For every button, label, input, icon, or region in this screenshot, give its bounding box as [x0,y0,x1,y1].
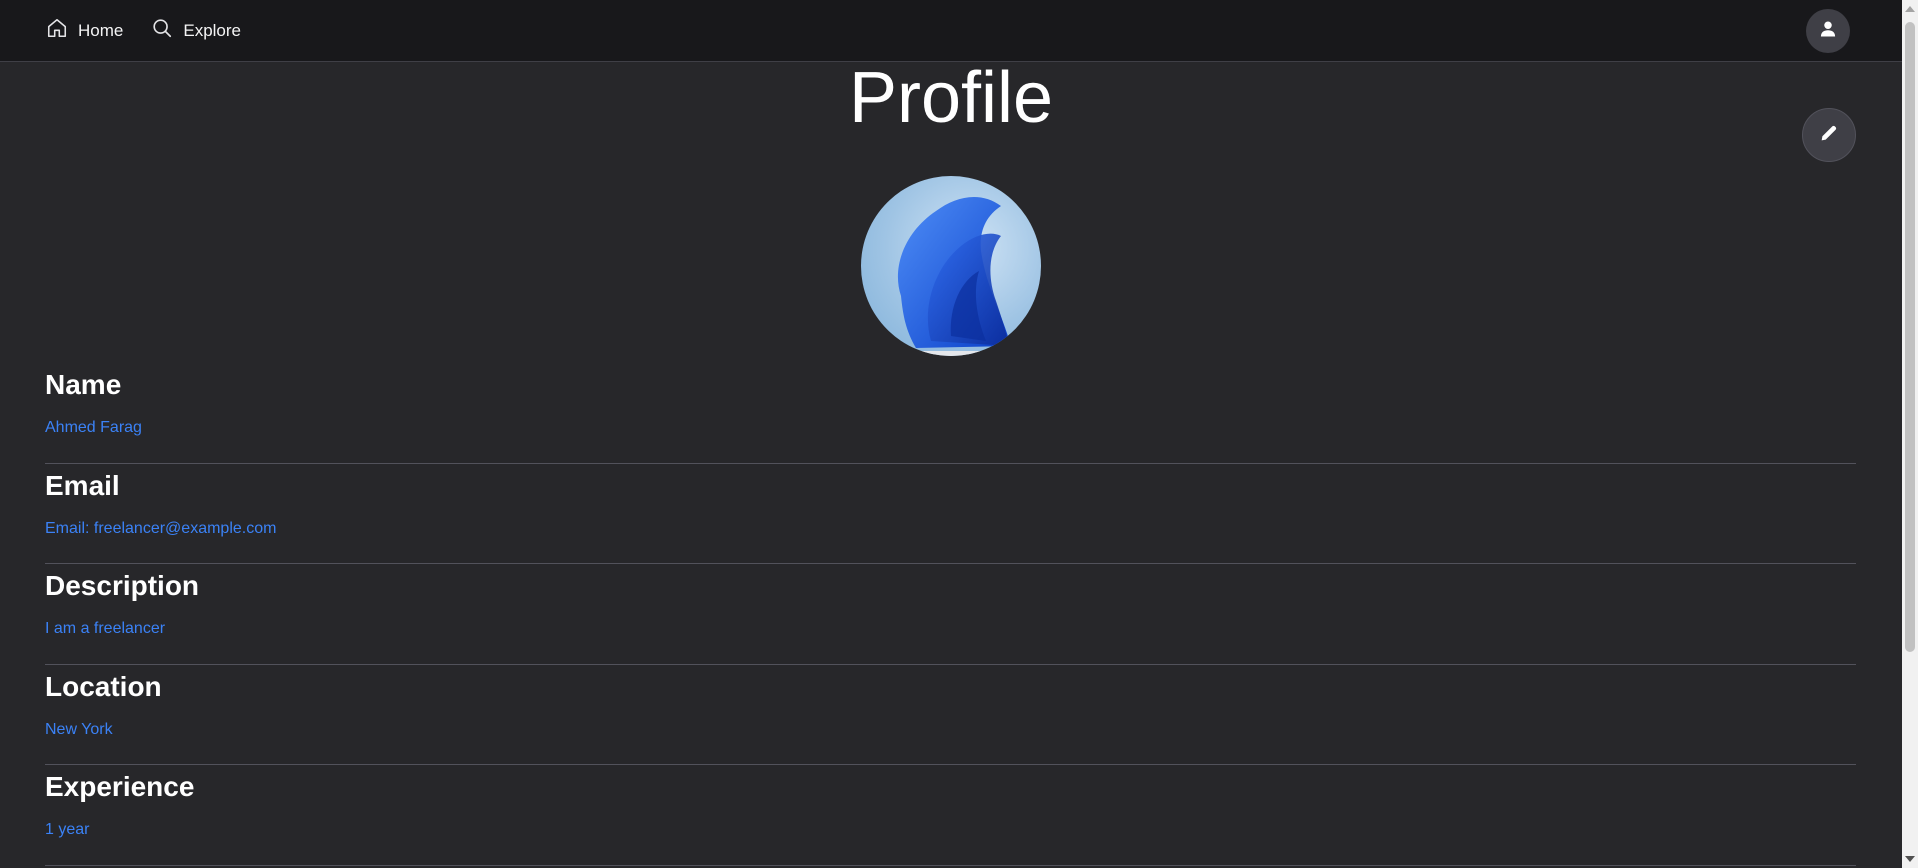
nav-links: Home Explore [46,17,241,44]
nav-home-label: Home [78,20,124,40]
nav-explore-label: Explore [183,20,241,40]
vertical-scrollbar[interactable] [1902,0,1918,868]
user-icon [1818,19,1838,44]
top-navbar: Home Explore [0,0,1902,62]
profile-fields: Name Ahmed Farag Email Email: freelancer… [45,363,1856,866]
field-description: Description I am a freelancer [45,564,1856,665]
field-location: Location New York [45,665,1856,765]
field-email: Email Email: freelancer@example.com [45,464,1856,564]
profile-page: Profile Name Ahmed Farag Email Email: fr… [0,58,1902,868]
pencil-icon [1818,122,1840,149]
field-value: Email: freelancer@example.com [45,519,277,537]
nav-home-link[interactable]: Home [46,17,123,44]
scroll-thumb[interactable] [1905,22,1915,652]
edit-profile-button[interactable] [1802,108,1856,162]
profile-picture [861,176,1041,356]
field-label: Experience [45,771,195,802]
page-title: Profile [848,58,1054,138]
field-value: I am a freelancer [45,620,166,637]
scroll-down-arrow[interactable] [1905,856,1915,862]
scroll-up-arrow[interactable] [1905,6,1915,12]
field-label: Name [45,369,122,400]
field-value: New York [45,720,113,738]
field-label: Description [45,570,200,601]
field-name: Name Ahmed Farag [45,363,1856,464]
nav-explore-link[interactable]: Explore [151,17,241,44]
field-label: Email [45,469,120,501]
field-value: 1 year [45,821,90,838]
field-experience: Experience 1 year [45,765,1856,866]
search-icon [151,17,173,44]
field-label: Location [45,670,162,702]
field-value: Ahmed Farag [45,419,142,436]
home-icon [46,17,68,44]
user-menu-button[interactable] [1806,9,1850,53]
